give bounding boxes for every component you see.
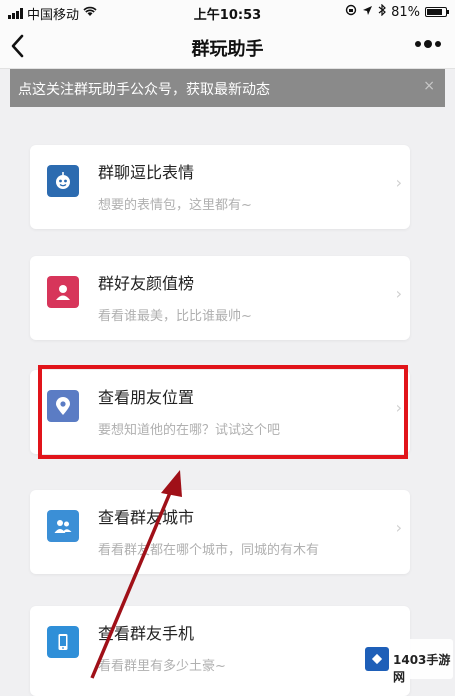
card-title: 查看群友手机 — [98, 624, 195, 643]
highlight-box — [38, 365, 408, 459]
watermark: 1403手游网 — [361, 639, 453, 684]
watermark-logo-icon — [365, 647, 389, 671]
more-dots-icon[interactable] — [415, 40, 441, 48]
card-looks-ranking[interactable]: 群好友颜值榜 看看谁最美，比比谁最帅~ › — [30, 256, 410, 340]
page-title: 群玩助手 — [191, 39, 264, 60]
card-desc: 想要的表情包，这里都有~ — [98, 198, 252, 213]
card-group-city[interactable]: 查看群友城市 看看群友都在哪个城市，同城的有木有 › — [30, 490, 410, 574]
bluetooth-icon — [378, 3, 386, 20]
location-arrow-icon — [362, 5, 373, 20]
phone-icon — [47, 626, 79, 658]
card-desc: 看看谁最美，比比谁最帅~ — [98, 309, 252, 324]
card-desc: 看看群友都在哪个城市，同城的有木有 — [98, 543, 320, 558]
card-title: 群好友颜值榜 — [98, 274, 195, 293]
status-bar: 中国移动 上午10:53 81% — [0, 0, 455, 24]
status-right: 81% — [345, 3, 449, 20]
card-group-emoji[interactable]: 群聊逗比表情 想要的表情包，这里都有~ › — [30, 145, 410, 229]
follow-notice-banner[interactable]: 点这关注群玩助手公众号，获取最新动态 × — [10, 69, 445, 107]
watermark-text: 1403手游网 — [393, 653, 451, 684]
chevron-right-icon: › — [395, 284, 402, 303]
card-desc: 看看群里有多少土豪~ — [98, 659, 226, 674]
group-icon — [47, 510, 79, 542]
profile-icon — [47, 276, 79, 308]
battery-percent: 81% — [391, 4, 420, 20]
emoji-icon — [47, 165, 79, 197]
battery-icon — [425, 7, 449, 17]
chevron-right-icon: › — [395, 518, 402, 537]
chevron-right-icon: › — [395, 173, 402, 192]
card-title: 群聊逗比表情 — [98, 163, 195, 182]
close-icon[interactable]: × — [423, 78, 435, 94]
card-title: 查看群友城市 — [98, 508, 195, 527]
notice-text: 点这关注群玩助手公众号，获取最新动态 — [18, 82, 270, 98]
lock-rotation-icon — [345, 4, 357, 20]
nav-bar: 群玩助手 — [0, 24, 455, 69]
